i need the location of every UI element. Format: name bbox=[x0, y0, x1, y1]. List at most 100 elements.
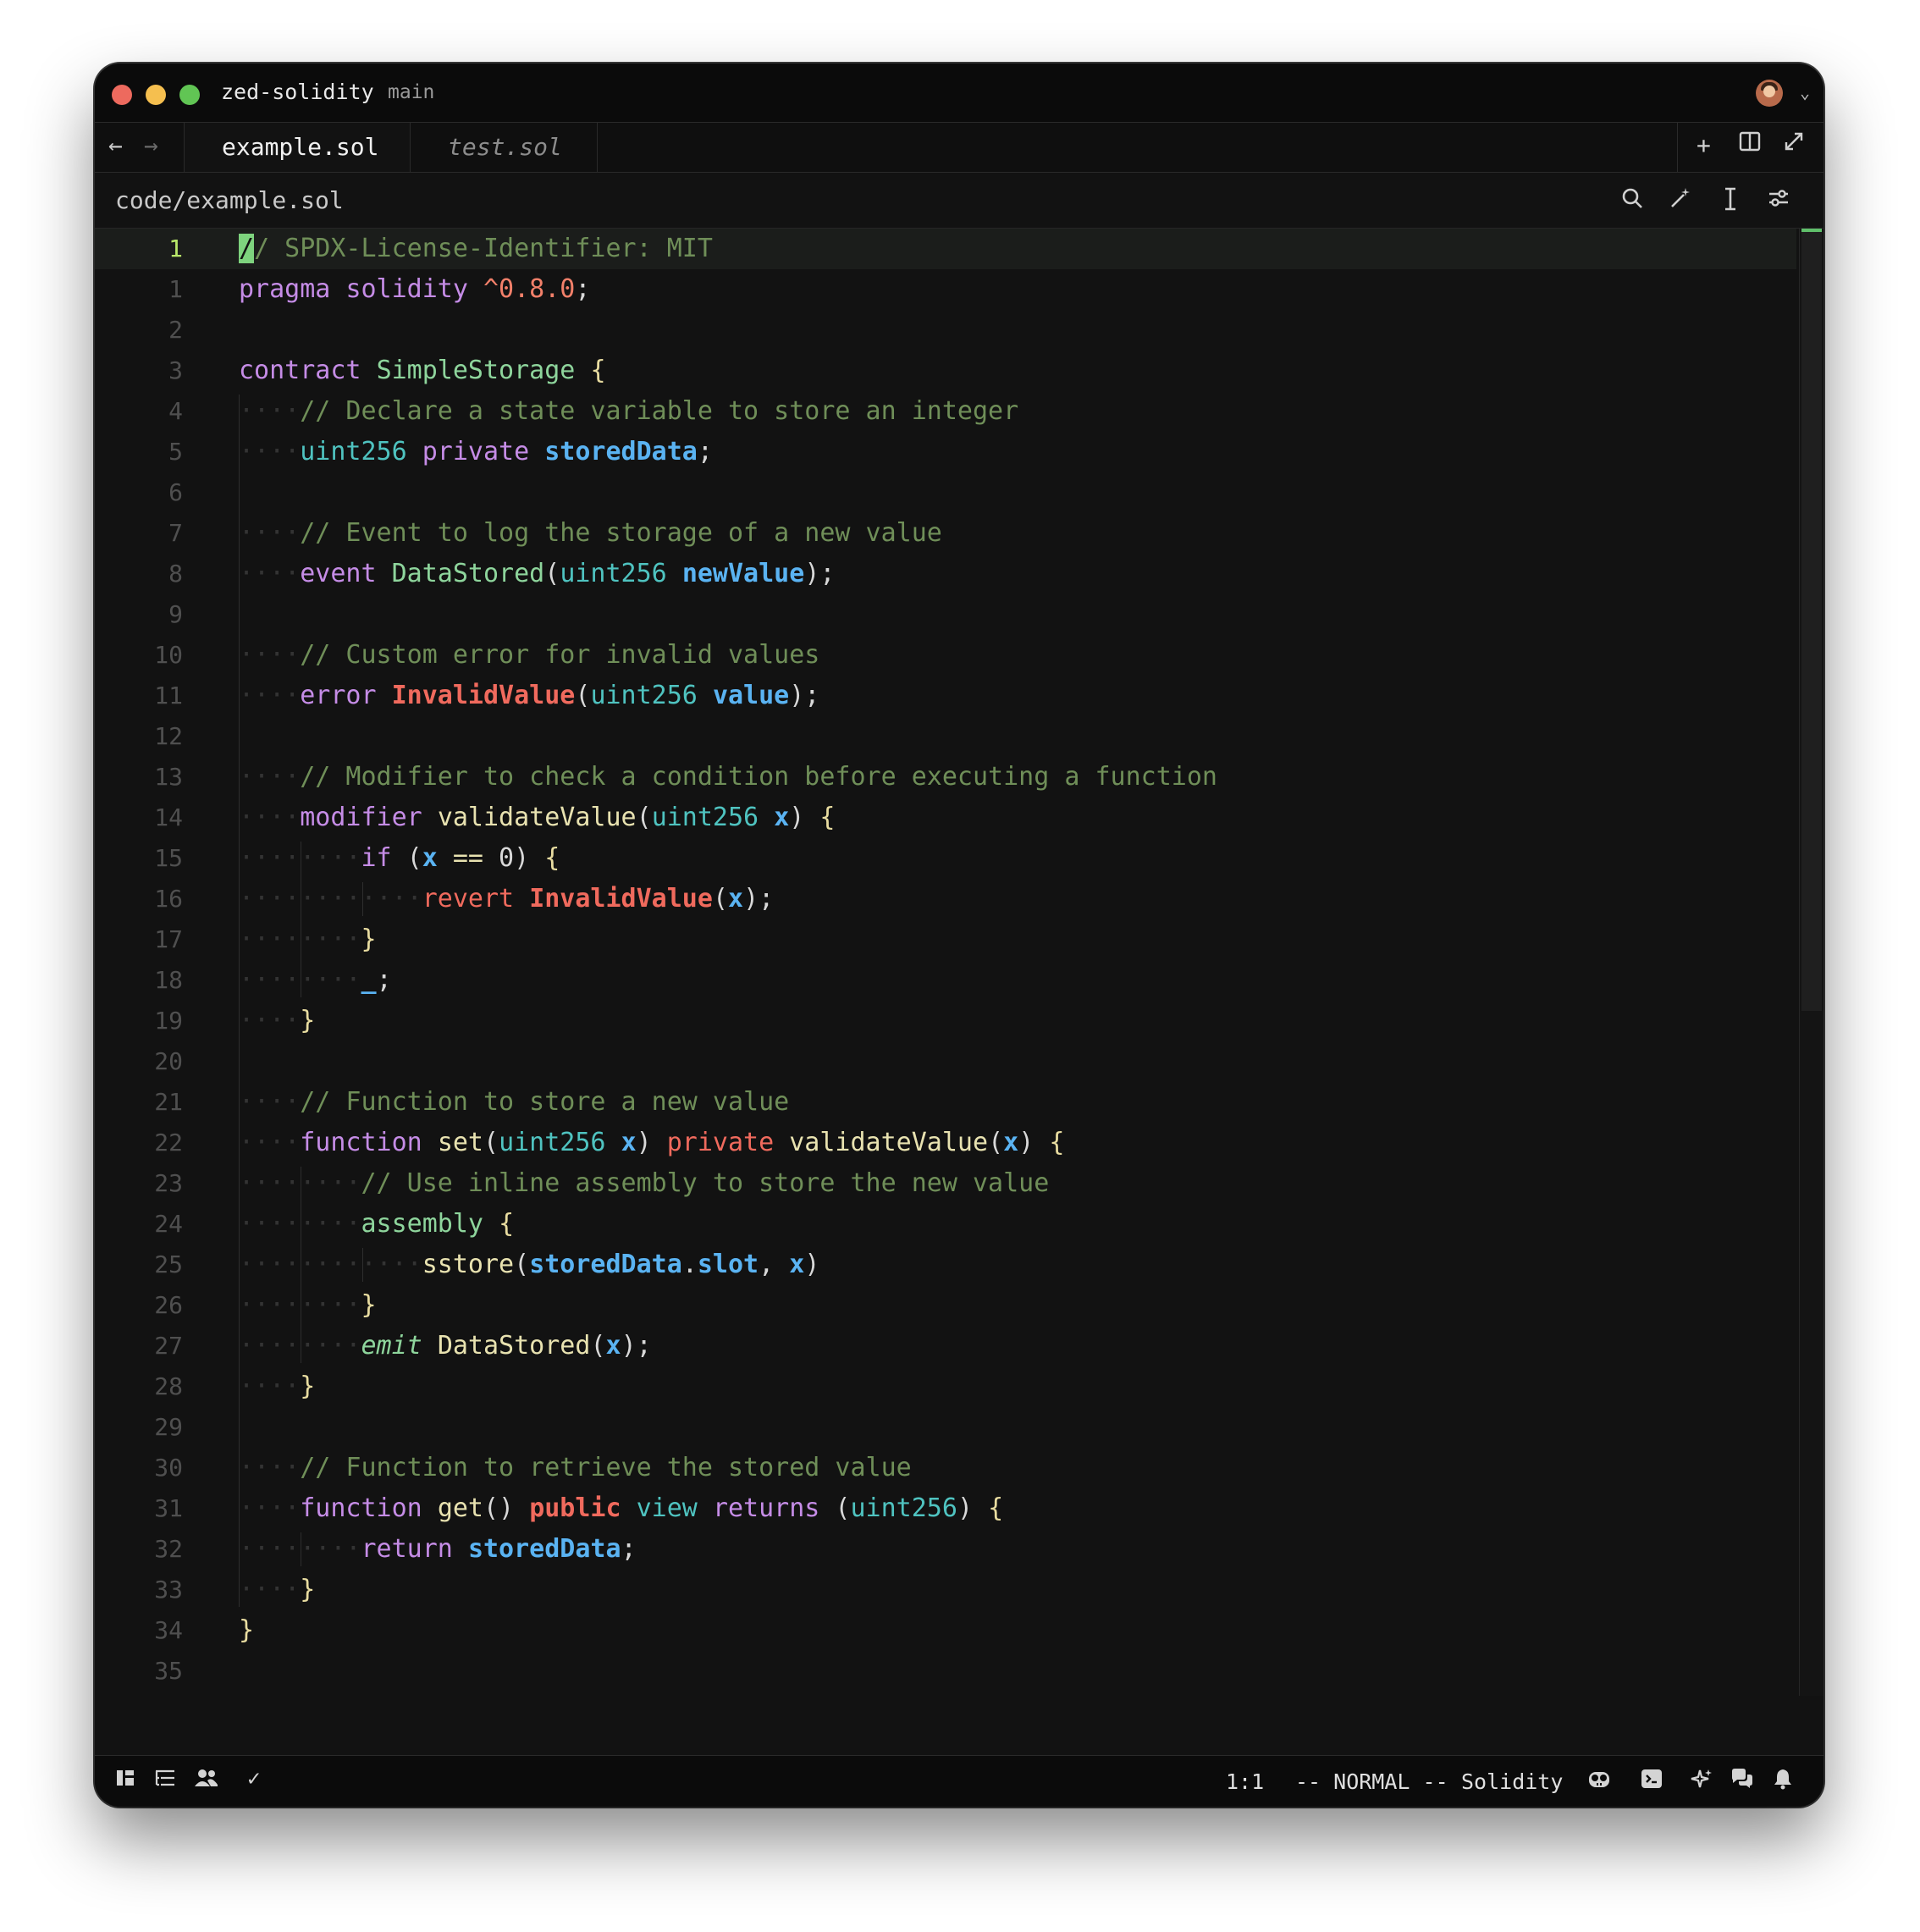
tab-example-sol[interactable]: example.sol bbox=[184, 123, 411, 172]
diagnostics-check-icon[interactable]: ✓ bbox=[247, 1766, 261, 1791]
code-text[interactable]: ········// Use inline assembly to store … bbox=[239, 1163, 1049, 1204]
code-line[interactable]: 34} bbox=[95, 1610, 1796, 1651]
code-line[interactable]: 25 ············sstore(storedData.slot, x) bbox=[95, 1245, 1796, 1285]
code-line[interactable]: 30 ····// Function to retrieve the stored… bbox=[95, 1448, 1796, 1488]
code-text[interactable]: ············revert InvalidValue(x); bbox=[239, 879, 774, 919]
code-line[interactable]: 13 ····// Modifier to check a condition b… bbox=[95, 757, 1796, 798]
outline-icon[interactable] bbox=[154, 1768, 176, 1794]
code-token: ···· bbox=[239, 762, 301, 792]
code-token: function bbox=[300, 1128, 422, 1157]
code-token: get bbox=[437, 1493, 483, 1523]
code-text[interactable]: ········if (x == 0) { bbox=[239, 838, 560, 879]
scrollbar-thumb[interactable] bbox=[1801, 229, 1822, 1011]
code-text[interactable]: pragma solidity ^0.8.0; bbox=[239, 269, 590, 310]
language-selector[interactable]: Solidity bbox=[1461, 1769, 1563, 1794]
zoom-window-button[interactable] bbox=[179, 85, 200, 105]
project-name[interactable]: zed-solidity bbox=[221, 80, 374, 104]
settings-sliders-icon[interactable] bbox=[1767, 186, 1790, 216]
code-text[interactable]: ····// Function to retrieve the stored v… bbox=[239, 1448, 912, 1488]
file-path[interactable]: code/example.sol bbox=[115, 186, 344, 214]
code-line[interactable]: 14 ····modifier validateValue(uint256 x) … bbox=[95, 798, 1796, 838]
code-line[interactable]: 17 ········} bbox=[95, 919, 1796, 960]
tab-test-sol[interactable]: test.sol bbox=[411, 123, 598, 172]
code-text[interactable]: ····// Function to store a new value bbox=[239, 1082, 789, 1123]
code-line[interactable]: 11 ····error InvalidValue(uint256 value); bbox=[95, 676, 1796, 716]
cursor-position[interactable]: 1:1 bbox=[1226, 1769, 1264, 1794]
terminal-icon[interactable] bbox=[1641, 1768, 1663, 1796]
code-text[interactable]: ····error InvalidValue(uint256 value); bbox=[239, 676, 819, 716]
chevron-down-icon[interactable]: ⌄ bbox=[1800, 82, 1810, 102]
copilot-icon[interactable] bbox=[1586, 1768, 1612, 1796]
code-text[interactable]: ····event DataStored(uint256 newValue); bbox=[239, 554, 835, 594]
code-text[interactable]: ····} bbox=[239, 1366, 315, 1407]
code-line[interactable]: 22 ····function set(uint256 x) private va… bbox=[95, 1123, 1796, 1163]
code-text[interactable]: ····// Modifier to check a condition bef… bbox=[239, 757, 1217, 798]
code-line[interactable]: 33 ····} bbox=[95, 1570, 1796, 1610]
split-pane-icon[interactable] bbox=[1739, 130, 1761, 158]
code-line[interactable]: 24 ········assembly { bbox=[95, 1204, 1796, 1245]
forward-arrow-icon[interactable]: → bbox=[144, 131, 158, 159]
code-text[interactable]: ····// Declare a state variable to store… bbox=[239, 391, 1018, 432]
code-text[interactable]: ········} bbox=[239, 919, 377, 960]
back-arrow-icon[interactable]: ← bbox=[108, 131, 123, 159]
code-line[interactable]: 15 ········if (x == 0) { bbox=[95, 838, 1796, 879]
assistant-sparkle-icon[interactable] bbox=[1690, 1768, 1713, 1797]
text-cursor-icon[interactable] bbox=[1720, 186, 1741, 218]
code-editor[interactable]: 1 // SPDX-License-Identifier: MIT 1 pragma … bbox=[95, 229, 1796, 1696]
code-line[interactable]: 7 ····// Event to log the storage of a ne… bbox=[95, 513, 1796, 554]
chat-icon[interactable] bbox=[1730, 1768, 1754, 1796]
code-line[interactable]: 5 ····uint256 private storedData; bbox=[95, 432, 1796, 472]
code-line[interactable]: 12 bbox=[95, 716, 1796, 757]
code-text[interactable]: ····// Event to log the storage of a new… bbox=[239, 513, 942, 554]
code-line[interactable]: 3 contract SimpleStorage { bbox=[95, 351, 1796, 391]
magic-wand-icon[interactable] bbox=[1669, 186, 1692, 216]
code-text[interactable]: ····// Custom error for invalid values bbox=[239, 635, 819, 676]
close-window-button[interactable] bbox=[112, 85, 132, 105]
collaborators-icon[interactable] bbox=[195, 1768, 218, 1794]
code-text[interactable]: ············sstore(storedData.slot, x) bbox=[239, 1245, 819, 1285]
code-line[interactable]: 18 ········_; bbox=[95, 960, 1796, 1001]
notification-bell-icon[interactable] bbox=[1773, 1768, 1793, 1796]
maximize-icon[interactable] bbox=[1783, 130, 1805, 158]
code-line[interactable]: 26 ········} bbox=[95, 1285, 1796, 1326]
code-text[interactable]: ····} bbox=[239, 1001, 315, 1041]
code-text[interactable]: } bbox=[239, 1610, 254, 1651]
code-text[interactable]: ····function set(uint256 x) private vali… bbox=[239, 1123, 1064, 1163]
code-text[interactable]: ········assembly { bbox=[239, 1204, 514, 1245]
code-line[interactable]: 4 ····// Declare a state variable to stor… bbox=[95, 391, 1796, 432]
minimize-window-button[interactable] bbox=[146, 85, 166, 105]
branch-name[interactable]: main bbox=[388, 81, 434, 103]
code-line[interactable]: 1 pragma solidity ^0.8.0; bbox=[95, 269, 1796, 310]
code-line[interactable]: 23 ········// Use inline assembly to stor… bbox=[95, 1163, 1796, 1204]
code-text[interactable]: ····uint256 private storedData; bbox=[239, 432, 713, 472]
code-line[interactable]: 27 ········emit DataStored(x); bbox=[95, 1326, 1796, 1366]
code-text[interactable]: ····modifier validateValue(uint256 x) { bbox=[239, 798, 835, 838]
search-icon[interactable] bbox=[1620, 186, 1644, 216]
code-text[interactable]: ········return storedData; bbox=[239, 1529, 637, 1570]
code-line[interactable]: 31 ····function get() public view returns… bbox=[95, 1488, 1796, 1529]
project-panel-icon[interactable] bbox=[115, 1768, 135, 1794]
code-line[interactable]: 28 ····} bbox=[95, 1366, 1796, 1407]
code-text[interactable]: ····} bbox=[239, 1570, 315, 1610]
code-line[interactable]: 19 ····} bbox=[95, 1001, 1796, 1041]
code-text[interactable]: contract SimpleStorage { bbox=[239, 351, 606, 391]
plus-icon[interactable]: + bbox=[1697, 131, 1711, 159]
code-line[interactable]: 2 bbox=[95, 310, 1796, 351]
code-line[interactable]: 32 ········return storedData; bbox=[95, 1529, 1796, 1570]
code-text[interactable]: // SPDX-License-Identifier: MIT bbox=[239, 229, 713, 269]
code-text[interactable]: ····function get() public view returns (… bbox=[239, 1488, 1003, 1529]
code-line[interactable]: 8 ····event DataStored(uint256 newValue); bbox=[95, 554, 1796, 594]
code-line[interactable]: 21 ····// Function to store a new value bbox=[95, 1082, 1796, 1123]
code-line[interactable]: 10 ····// Custom error for invalid values bbox=[95, 635, 1796, 676]
code-text[interactable]: ········_; bbox=[239, 960, 392, 1001]
code-line[interactable]: 29 bbox=[95, 1407, 1796, 1448]
code-line[interactable]: 6 bbox=[95, 472, 1796, 513]
code-line[interactable]: 20 bbox=[95, 1041, 1796, 1082]
user-avatar[interactable] bbox=[1756, 80, 1783, 107]
code-token: validateValue bbox=[437, 803, 637, 832]
code-text[interactable]: ········} bbox=[239, 1285, 377, 1326]
code-line[interactable]: 16 ············revert InvalidValue(x); bbox=[95, 879, 1796, 919]
current-code-line[interactable]: 1 // SPDX-License-Identifier: MIT bbox=[95, 229, 1796, 269]
code-line[interactable]: 9 bbox=[95, 594, 1796, 635]
code-line[interactable]: 35 bbox=[95, 1651, 1796, 1692]
